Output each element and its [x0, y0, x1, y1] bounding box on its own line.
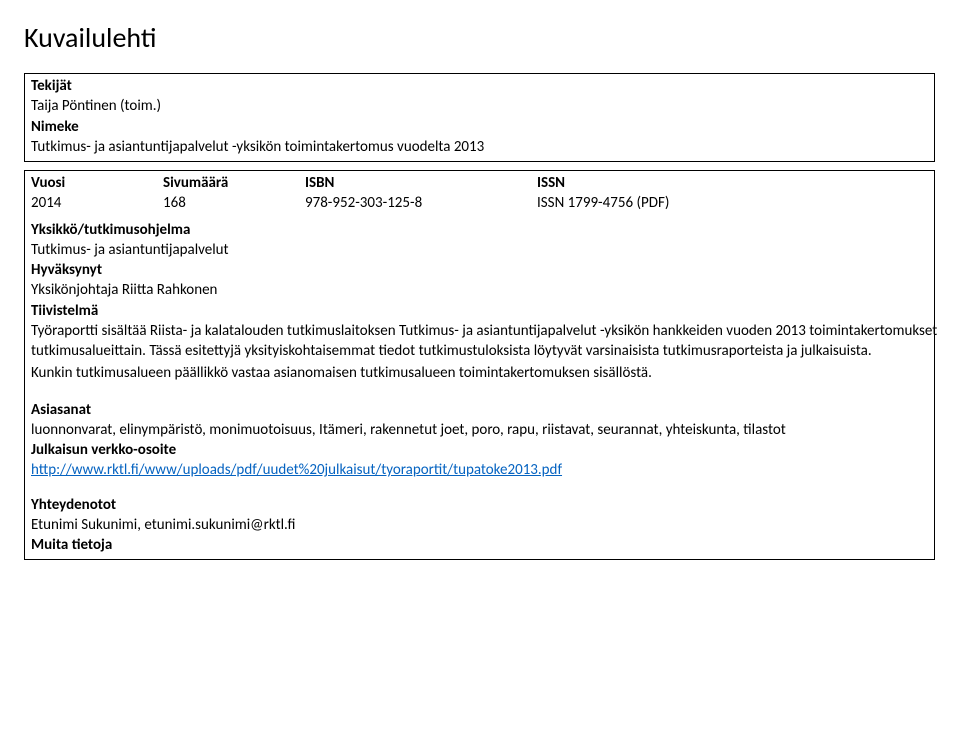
julkaisun-label: Julkaisun verkko-osoite: [31, 440, 940, 460]
tekijat-label: Tekijät: [31, 76, 940, 96]
tiivistelma-paragraph-1: Työraportti sisältää Riista- ja kalatalo…: [31, 321, 940, 362]
isbn-value: 978-952-303-125-8: [305, 193, 525, 213]
issn-label: ISSN: [537, 173, 928, 193]
nimeke-value: Tutkimus- ja asiantuntijapalvelut -yksik…: [31, 137, 940, 157]
tekijat-value: Taija Pöntinen (toim.): [31, 96, 940, 116]
vuosi-value: 2014: [31, 193, 151, 213]
isbn-label: ISBN: [305, 173, 525, 193]
yksikko-value: Tutkimus- ja asiantuntijapalvelut: [31, 240, 940, 260]
sivumaara-value: 168: [163, 193, 293, 213]
hyvaksynyt-value: Yksikönjohtaja Riitta Rahkonen: [31, 280, 940, 300]
tiivistelma-label: Tiivistelmä: [31, 301, 940, 321]
metadata-block-1: Tekijät Taija Pöntinen (toim.) Nimeke Tu…: [24, 73, 935, 162]
yhteydenotot-value: Etunimi Sukunimi, etunimi.sukunimi@rktl.…: [31, 515, 940, 535]
page-title: Kuvailulehti: [24, 20, 935, 55]
yhteydenotot-label: Yhteydenotot: [31, 495, 940, 515]
tiivistelma-paragraph-2: Kunkin tutkimusalueen päällikkö vastaa a…: [31, 363, 940, 383]
hyvaksynyt-label: Hyväksynyt: [31, 260, 940, 280]
asiasanat-label: Asiasanat: [31, 400, 940, 420]
yksikko-label: Yksikkö/tutkimusohjelma: [31, 220, 940, 240]
metadata-block-2: Vuosi 2014 Sivumäärä 168 ISBN 978-952-30…: [24, 170, 935, 560]
vuosi-label: Vuosi: [31, 173, 151, 193]
asiasanat-value: luonnonvarat, elinympäristö, monimuotois…: [31, 420, 940, 440]
muita-label: Muita tietoja: [31, 535, 940, 555]
sivumaara-label: Sivumäärä: [163, 173, 293, 193]
nimeke-label: Nimeke: [31, 117, 940, 137]
julkaisun-url-link[interactable]: http://www.rktl.fi/www/uploads/pdf/uudet…: [31, 461, 562, 479]
issn-value: ISSN 1799-4756 (PDF): [537, 193, 928, 213]
